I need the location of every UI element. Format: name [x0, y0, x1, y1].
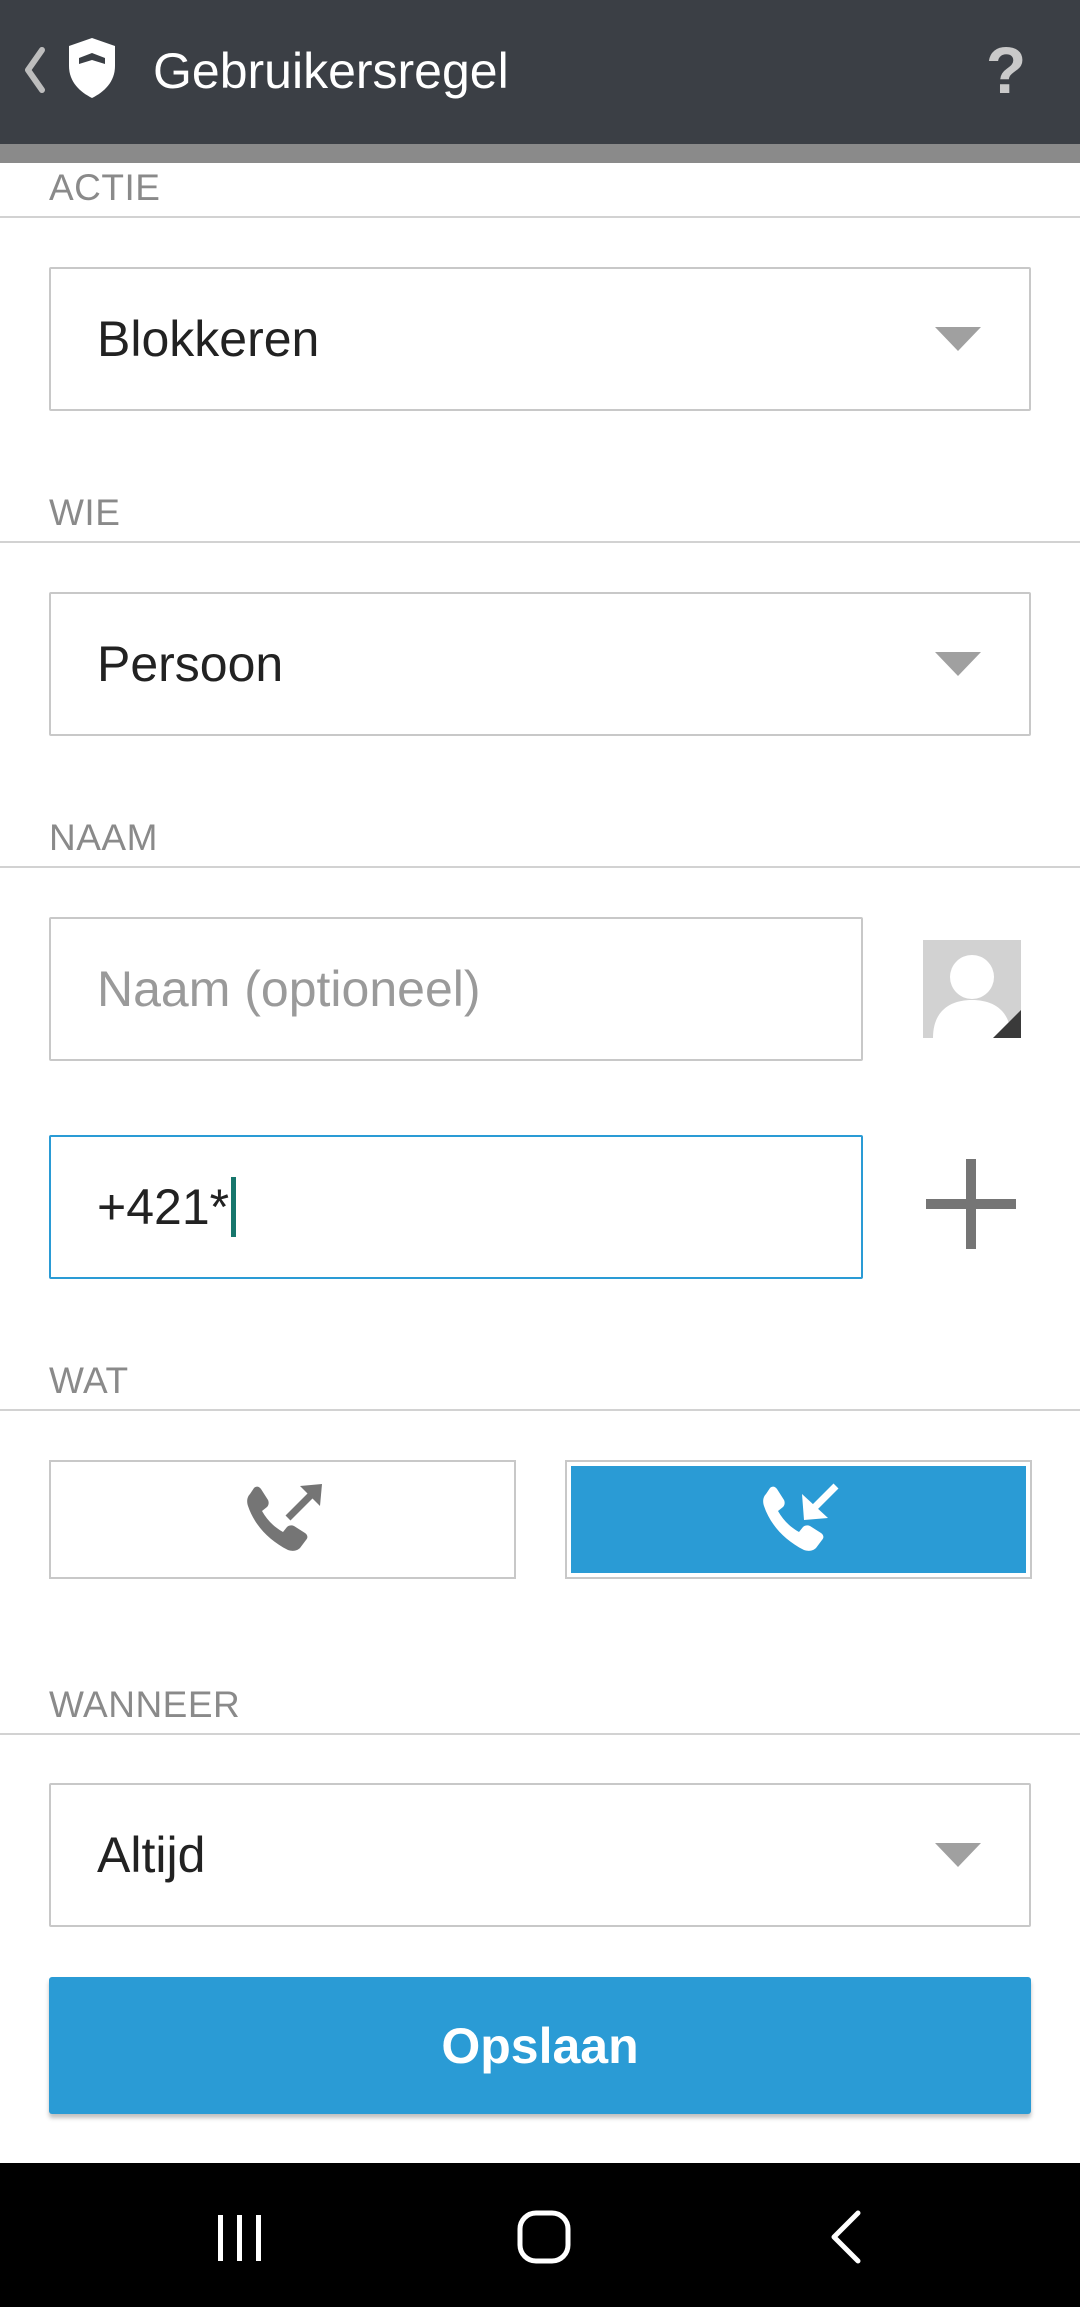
outgoing-calls-toggle[interactable] [49, 1460, 516, 1579]
divider [0, 541, 1080, 543]
app-bar-shadow [0, 144, 1080, 163]
name-field[interactable]: Naam (optioneel) [49, 917, 863, 1061]
back-chevron-icon[interactable] [22, 42, 48, 98]
avatar-icon [923, 940, 1021, 1038]
dropdown-arrow-icon [935, 1843, 981, 1867]
section-label-naam: NAAM [49, 817, 158, 858]
phone-number-field[interactable]: +421* [49, 1135, 863, 1279]
outgoing-call-icon [246, 1483, 322, 1551]
contact-picker-avatar[interactable] [923, 940, 1021, 1038]
section-label-actie: ACTIE [49, 167, 161, 208]
recent-apps-icon[interactable] [214, 2213, 266, 2263]
action-selected-value: Blokkeren [97, 311, 320, 367]
back-icon[interactable] [826, 2209, 866, 2265]
save-button[interactable]: Opslaan [49, 1977, 1031, 2114]
text-caret [231, 1177, 237, 1237]
system-nav-bar [0, 2163, 1080, 2307]
action-dropdown[interactable]: Blokkeren [49, 267, 1031, 411]
section-label-wanneer: WANNEER [49, 1684, 241, 1725]
divider [0, 866, 1080, 868]
shield-icon [69, 38, 115, 98]
page-title: Gebruikersregel [153, 43, 509, 99]
who-dropdown[interactable]: Persoon [49, 592, 1031, 736]
dropdown-arrow-icon [935, 652, 981, 676]
incoming-call-icon [762, 1483, 838, 1551]
app-bar: Gebruikersregel ? [0, 0, 1080, 144]
phone-number-value: +421* [97, 1179, 230, 1235]
add-number-icon[interactable] [924, 1157, 1018, 1251]
who-selected-value: Persoon [97, 636, 284, 692]
phone-number-value-wrap: +421* [97, 1137, 237, 1277]
when-selected-value: Altijd [97, 1827, 206, 1883]
section-label-wat: WAT [49, 1360, 129, 1401]
dropdown-arrow-icon [935, 327, 981, 351]
home-icon[interactable] [516, 2209, 572, 2265]
help-button[interactable]: ? [976, 30, 1036, 110]
section-label-wie: WIE [49, 492, 121, 533]
name-placeholder: Naam (optioneel) [97, 961, 481, 1017]
incoming-calls-toggle[interactable] [565, 1460, 1032, 1579]
divider [0, 1409, 1080, 1411]
divider [0, 216, 1080, 218]
divider [0, 1733, 1080, 1735]
when-dropdown[interactable]: Altijd [49, 1783, 1031, 1927]
